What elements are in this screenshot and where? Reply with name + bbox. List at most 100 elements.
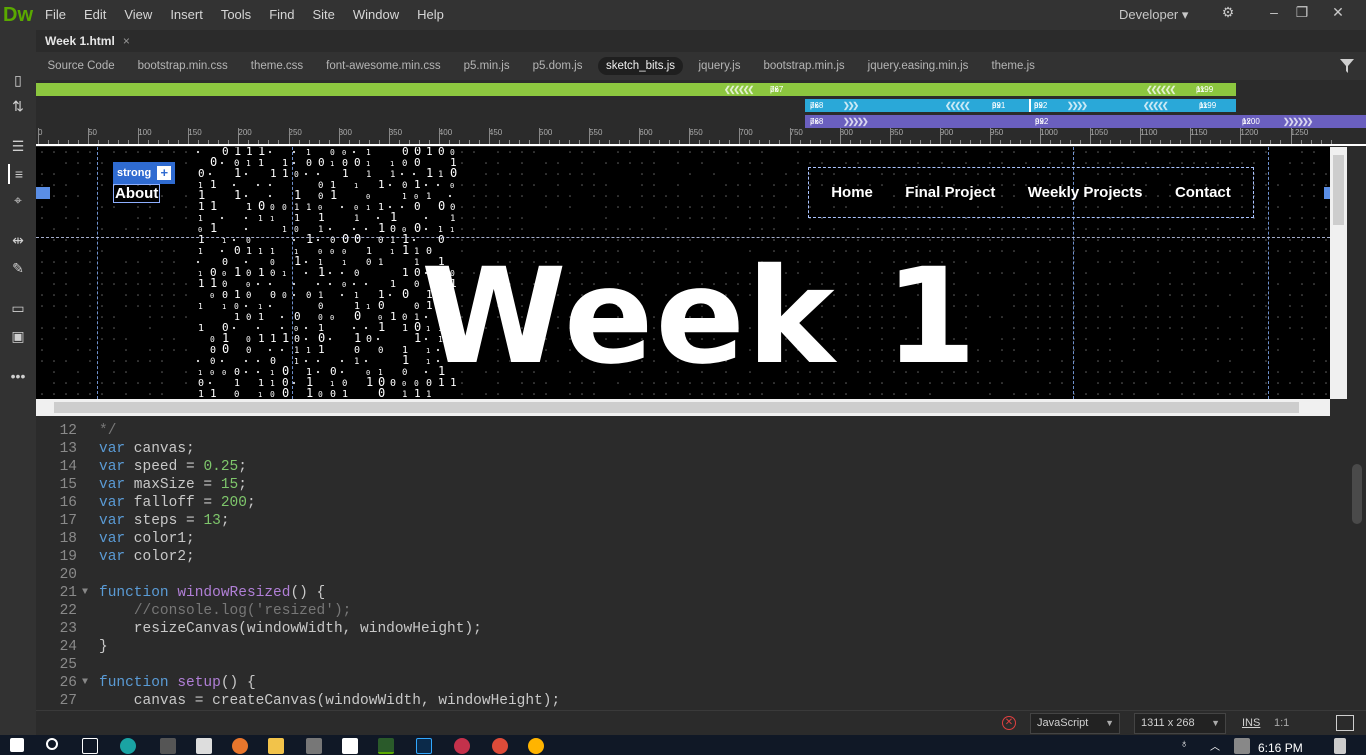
code-line[interactable]: 12 */ xyxy=(36,422,1336,440)
task-view-icon[interactable] xyxy=(82,738,98,754)
media-query-bar-992-1199[interactable]: 992 px ❯❯❯❯ ❮❮❮❮❮ 1199 px xyxy=(1029,99,1236,112)
chrome-icon[interactable] xyxy=(492,738,508,754)
open-document-icon[interactable]: ▯ xyxy=(8,70,28,90)
code-line[interactable]: 18 var color1; xyxy=(36,530,1336,548)
related-file-p5-dom-js[interactable]: p5.dom.js xyxy=(521,52,594,80)
menu-window[interactable]: Window xyxy=(344,0,408,30)
menu-view[interactable]: View xyxy=(115,0,161,30)
nav-home[interactable]: Home xyxy=(831,184,873,201)
close-tab-icon[interactable]: × xyxy=(123,34,130,48)
comment-icon[interactable]: ▭ xyxy=(8,298,28,318)
menu-site[interactable]: Site xyxy=(303,0,343,30)
ruler-tick xyxy=(559,140,560,144)
firefox-icon[interactable] xyxy=(232,738,248,754)
insert-mode[interactable]: INS xyxy=(1242,717,1260,729)
filter-icon[interactable] xyxy=(1340,59,1354,73)
workspace-switcher[interactable]: Developer ▾ xyxy=(1119,0,1188,30)
element-badge[interactable]: strong + xyxy=(113,162,176,184)
target-icon[interactable]: ⌖ xyxy=(8,190,28,210)
media-query-bar-768-991[interactable]: 768 px ❯❯❯ ❮❮❮❮❮ 991 px xyxy=(805,99,1029,112)
menu-edit[interactable]: Edit xyxy=(75,0,115,30)
related-file-bootstrap-min-js[interactable]: bootstrap.min.js xyxy=(752,52,856,80)
error-icon[interactable]: ✕ xyxy=(1002,716,1016,730)
about-link[interactable]: About xyxy=(113,184,161,203)
app-icon[interactable] xyxy=(454,738,470,754)
store-icon[interactable] xyxy=(196,738,212,754)
chevron-up-icon[interactable]: ︿ xyxy=(1210,738,1226,754)
settings-sync-icon[interactable]: ⚙ xyxy=(1214,0,1242,28)
code-line[interactable]: 22 //console.log('resized'); xyxy=(36,602,1336,620)
app-icon[interactable] xyxy=(160,738,176,754)
design-vertical-scrollbar[interactable] xyxy=(1330,147,1347,399)
expand-collapse-icon[interactable]: ⇹ xyxy=(8,230,28,250)
code-scroll-thumb[interactable] xyxy=(1352,464,1362,524)
add-element-icon[interactable]: + xyxy=(157,166,172,180)
code-line[interactable]: 26 ▼ function setup() { xyxy=(36,674,1336,692)
code-line[interactable]: 19 var color2; xyxy=(36,548,1336,566)
code-line[interactable]: 27 canvas = createCanvas(windowWidth, wi… xyxy=(36,692,1336,710)
close-window-button[interactable]: ✕ xyxy=(1324,0,1352,28)
menu-help[interactable]: Help xyxy=(408,0,453,30)
related-file-font-awesome-min-css[interactable]: font-awesome.min.css xyxy=(315,52,452,80)
live-preview-icon[interactable] xyxy=(1336,715,1354,731)
code-view[interactable]: 12 */ 13 var canvas; 14 var speed = 0.25; 15 va… xyxy=(36,416,1366,710)
nav-weekly-projects[interactable]: Weekly Projects xyxy=(1028,184,1143,201)
wrench-icon[interactable]: ✎ xyxy=(8,258,28,278)
design-view[interactable]: 0111101111111010111010000010100001010010… xyxy=(36,147,1330,399)
start-icon[interactable] xyxy=(10,738,24,752)
code-line[interactable]: 20 xyxy=(36,566,1336,584)
scroll-thumb[interactable] xyxy=(1333,155,1344,225)
related-file-sketch-bits-js[interactable]: sketch_bits.js xyxy=(597,57,683,75)
people-icon[interactable]: ♁ xyxy=(1180,738,1196,754)
related-file-theme-js[interactable]: theme.js xyxy=(980,52,1046,80)
code-line[interactable]: 13 var canvas; xyxy=(36,440,1336,458)
code-line[interactable]: 21 ▼ function windowResized() { xyxy=(36,584,1336,602)
restore-button[interactable]: ❐ xyxy=(1288,0,1316,28)
fold-arrow-icon[interactable]: ▼ xyxy=(82,584,88,602)
more-tools-icon[interactable]: ••• xyxy=(8,366,28,386)
code-line[interactable]: 15 var maxSize = 15; xyxy=(36,476,1336,494)
ruler-tick-label: 100 xyxy=(138,128,152,137)
snippet-icon[interactable]: ▣ xyxy=(8,326,28,346)
tray-icon[interactable] xyxy=(1234,738,1250,754)
media-query-bar-min[interactable]: 768 px ❯❯❯❯❯ 992 px 1200 px ❯❯❯❯❯❯ xyxy=(805,115,1366,128)
notepad-icon[interactable] xyxy=(342,738,358,754)
code-navigator-icon[interactable]: ☰ xyxy=(8,136,28,156)
dreamweaver-taskbar-icon[interactable] xyxy=(378,738,394,754)
menu-find[interactable]: Find xyxy=(260,0,303,30)
related-file-jquery-js[interactable]: jquery.js xyxy=(687,52,752,80)
design-horizontal-scrollbar[interactable] xyxy=(36,399,1330,416)
menu-tools[interactable]: Tools xyxy=(212,0,260,30)
code-line[interactable]: 16 var falloff = 200; xyxy=(36,494,1336,512)
photoshop-icon[interactable] xyxy=(416,738,432,754)
tab-week1[interactable]: Week 1.html × xyxy=(36,30,139,52)
minimize-button[interactable]: – xyxy=(1260,0,1288,28)
menu-insert[interactable]: Insert xyxy=(161,0,212,30)
search-icon[interactable] xyxy=(46,738,58,750)
app-icon[interactable] xyxy=(528,738,544,754)
code-line[interactable]: 25 xyxy=(36,656,1336,674)
fold-arrow-icon[interactable]: ▼ xyxy=(82,674,88,692)
window-size-select[interactable]: 1311 x 268 ▼ xyxy=(1134,713,1226,734)
scroll-thumb[interactable] xyxy=(54,402,1299,413)
menu-file[interactable]: File xyxy=(36,0,75,30)
nav-final-project[interactable]: Final Project xyxy=(905,184,995,201)
related-file-theme-css[interactable]: theme.css xyxy=(239,52,314,80)
related-file-bootstrap-min-css[interactable]: bootstrap.min.css xyxy=(126,52,239,80)
related-file-p5-min-js[interactable]: p5.min.js xyxy=(452,52,521,80)
code-line[interactable]: 14 var speed = 0.25; xyxy=(36,458,1336,476)
notification-icon[interactable] xyxy=(1334,738,1346,754)
code-line[interactable]: 17 var steps = 13; xyxy=(36,512,1336,530)
file-transfer-icon[interactable]: ⇅ xyxy=(8,96,28,116)
file-explorer-icon[interactable] xyxy=(268,738,284,754)
related-file-jquery-easing-min-js[interactable]: jquery.easing.min.js xyxy=(856,52,980,80)
arduino-icon[interactable] xyxy=(120,738,136,754)
related-file-source-code[interactable]: Source Code xyxy=(36,52,126,80)
app-icon[interactable] xyxy=(306,738,322,754)
code-line[interactable]: 23 resizeCanvas(windowWidth, windowHeigh… xyxy=(36,620,1336,638)
media-query-bar-max-767[interactable]: ❮❮❮❮❮❮ 767 px ❮❮❮❮❮❮ 1199 px xyxy=(36,83,1236,96)
language-select[interactable]: JavaScript ▼ xyxy=(1030,713,1120,734)
format-source-icon[interactable]: ≡ xyxy=(8,164,28,184)
code-line[interactable]: 24} xyxy=(36,638,1336,656)
nav-contact[interactable]: Contact xyxy=(1175,184,1231,201)
